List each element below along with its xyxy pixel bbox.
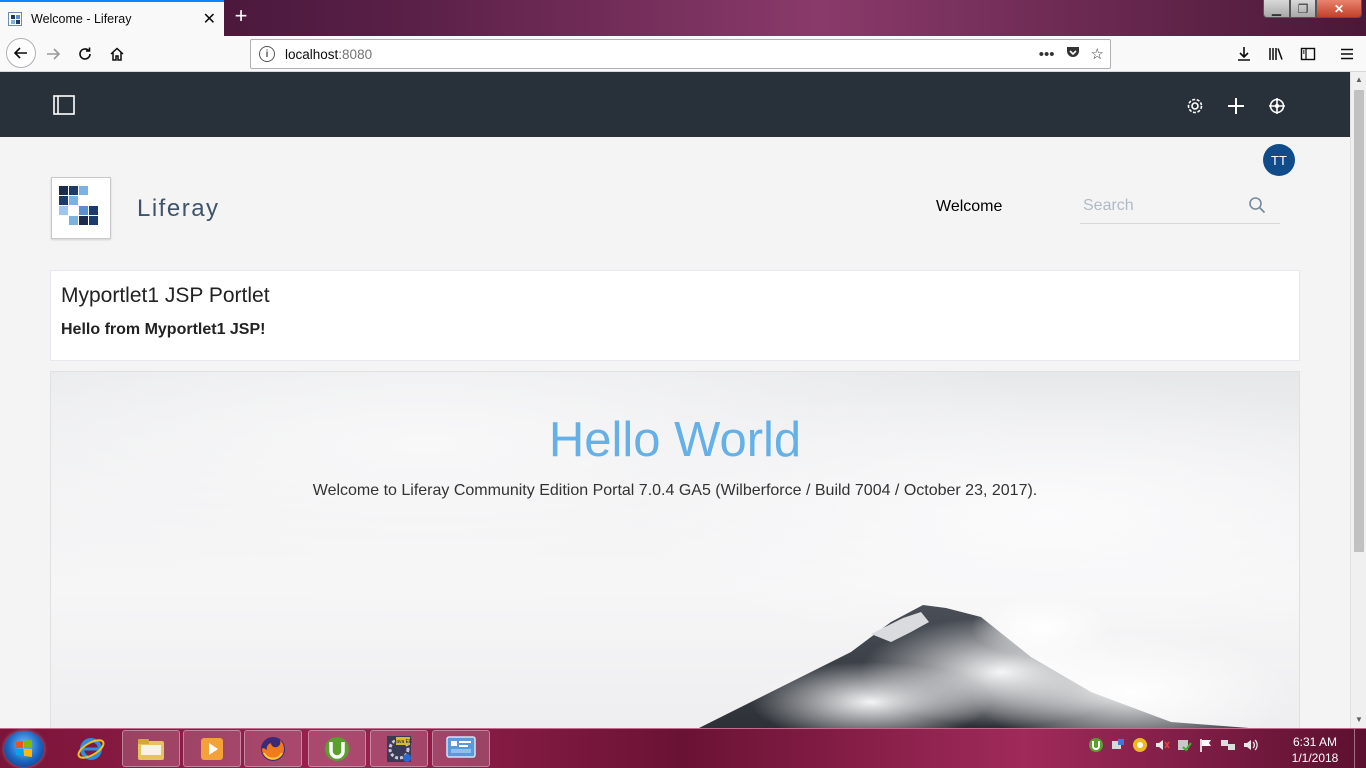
product-menu-toggle-icon[interactable] — [52, 94, 76, 116]
reload-button[interactable] — [72, 41, 98, 67]
internet-explorer-icon — [77, 737, 105, 760]
menu-button[interactable] — [1334, 41, 1360, 67]
back-button[interactable] — [6, 38, 36, 68]
close-window-button[interactable]: ✕ — [1316, 0, 1362, 18]
back-arrow-icon — [13, 47, 27, 59]
windows-logo-icon — [16, 740, 32, 757]
tray-utorrent-icon[interactable] — [1088, 737, 1104, 753]
control-panel-icon — [446, 735, 476, 758]
home-button[interactable] — [104, 41, 130, 67]
url-port: :8080 — [338, 46, 373, 62]
page-content: TT Liferay Welcome Myportlet1 JSP Portle… — [0, 137, 1350, 728]
page-actions-icon[interactable]: ••• — [1039, 46, 1055, 63]
gear-icon[interactable] — [1184, 95, 1206, 117]
taskbar-firefox[interactable] — [244, 730, 302, 767]
taskbar-java-ee-eclipse[interactable]: Java EE — [370, 730, 428, 767]
url-bar[interactable]: i localhost:8080 ••• ☆ — [250, 39, 1111, 69]
taskbar-utorrent[interactable] — [308, 730, 366, 767]
taskbar-media-player[interactable] — [183, 730, 241, 767]
myportlet1-portlet: Myportlet1 JSP Portlet Hello from Myport… — [50, 270, 1300, 361]
hero-heading: Hello World — [548, 413, 802, 467]
folder-icon — [138, 738, 164, 760]
network-icon[interactable] — [1220, 737, 1236, 753]
search-icon[interactable] — [1248, 196, 1266, 219]
minimize-window-button[interactable]: ▁ — [1263, 0, 1290, 18]
clock-time: 6:31 AM — [1292, 735, 1338, 749]
volume-muted-icon[interactable] — [1154, 737, 1170, 753]
show-desktop-button[interactable] — [1354, 729, 1366, 768]
scrollbar-thumb[interactable] — [1354, 90, 1364, 552]
taskbar-control-panel[interactable] — [432, 730, 490, 767]
browser-tab-strip: Welcome - Liferay ✕ + ▁ ❐ ✕ — [0, 0, 1366, 36]
bookmark-star-icon[interactable]: ☆ — [1091, 45, 1104, 63]
java-ee-eclipse-icon: Java EE — [387, 735, 413, 762]
search-input[interactable] — [1080, 191, 1250, 221]
clock-date: 1/1/2018 — [1291, 751, 1339, 765]
maximize-window-button[interactable]: ❐ — [1290, 0, 1316, 18]
media-player-icon — [201, 737, 223, 760]
tray-security-icon[interactable] — [1176, 737, 1192, 753]
browser-tab-active[interactable]: Welcome - Liferay ✕ — [0, 0, 224, 36]
svg-text:Java EE: Java EE — [394, 739, 413, 745]
taskbar-internet-explorer[interactable] — [62, 730, 120, 767]
system-tray — [1088, 737, 1258, 753]
start-button[interactable] — [4, 731, 44, 767]
control-menu — [0, 72, 1350, 137]
window-controls: ▁ ❐ ✕ — [1263, 0, 1362, 20]
hero-banner: Hello World Welcome to Liferay Community… — [50, 371, 1300, 728]
action-center-flag-icon[interactable] — [1198, 737, 1214, 753]
downloads-button[interactable] — [1231, 41, 1257, 67]
page-scrollbar[interactable]: ▲ ▼ — [1350, 72, 1366, 728]
nav-item-welcome[interactable]: Welcome — [936, 198, 1002, 216]
tray-network-device-icon[interactable] — [1110, 737, 1126, 753]
site-info-icon[interactable]: i — [259, 46, 275, 62]
tab-close-icon[interactable]: ✕ — [203, 9, 216, 29]
forward-button[interactable] — [40, 41, 66, 67]
windows-taskbar: Java EE 6:31 AM 1/1/2018 — [0, 728, 1366, 768]
download-icon — [1238, 47, 1250, 61]
site-logo[interactable] — [51, 177, 111, 239]
forward-arrow-icon — [47, 48, 61, 60]
sidebar-button[interactable] — [1295, 41, 1321, 67]
url-bar-actions: ••• ☆ — [1039, 44, 1104, 64]
user-avatar[interactable]: TT — [1263, 144, 1295, 176]
scroll-down-arrow-icon[interactable]: ▼ — [1351, 712, 1366, 728]
tray-amd-icon[interactable] — [1132, 737, 1148, 753]
volume-icon[interactable] — [1242, 737, 1258, 753]
simulation-icon[interactable] — [1266, 95, 1288, 117]
portlet-title: Myportlet1 JSP Portlet — [61, 284, 270, 307]
firefox-icon — [261, 736, 285, 761]
system-clock[interactable]: 6:31 AM 1/1/2018 — [1284, 734, 1346, 766]
liferay-logo-icon — [59, 186, 98, 225]
taskbar-file-explorer[interactable] — [122, 730, 180, 767]
liferay-favicon-icon — [8, 12, 22, 26]
home-icon — [110, 47, 124, 61]
browser-nav-toolbar: i localhost:8080 ••• ☆ — [0, 36, 1366, 72]
utorrent-icon — [325, 736, 349, 761]
scroll-up-arrow-icon[interactable]: ▲ — [1351, 72, 1366, 88]
library-icon — [1269, 48, 1283, 60]
portlet-message: Hello from Myportlet1 JSP! — [61, 321, 266, 338]
hero-subheading: Welcome to Liferay Community Edition Por… — [312, 482, 1038, 499]
sidebar-icon — [1300, 47, 1316, 61]
reload-icon — [79, 47, 91, 60]
search-box — [1080, 191, 1280, 224]
library-button[interactable] — [1263, 41, 1289, 67]
site-name[interactable]: Liferay — [137, 195, 220, 223]
add-icon[interactable] — [1225, 95, 1247, 117]
new-tab-button[interactable]: + — [228, 4, 254, 30]
pocket-icon[interactable] — [1065, 44, 1081, 64]
url-host: localhost — [285, 46, 339, 62]
tab-title: Welcome - Liferay — [31, 12, 132, 26]
hamburger-menu-icon — [1341, 48, 1353, 60]
